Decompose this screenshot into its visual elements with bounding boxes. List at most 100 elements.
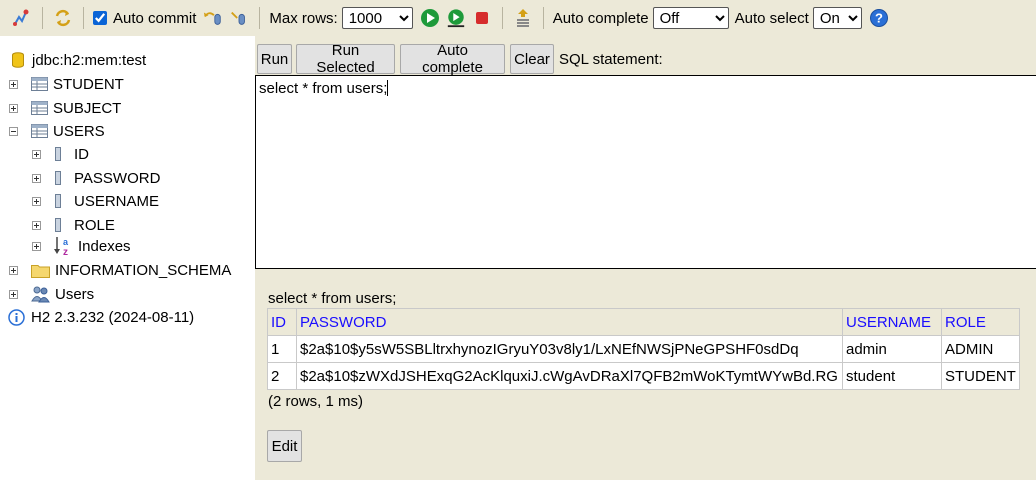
- table-row: 1 $2a$10$y5sW5SBLltrxhynozIGryuY03v8ly1/…: [267, 335, 1020, 363]
- max-rows-select[interactable]: 1000: [341, 7, 413, 29]
- tree-item-information-schema[interactable]: INFORMATION_SCHEMA: [9, 259, 231, 281]
- run-icon[interactable]: [420, 8, 440, 28]
- svg-text:a: a: [63, 237, 69, 247]
- text-cursor: [387, 80, 389, 96]
- tree-item-label: INFORMATION_SCHEMA: [55, 261, 232, 279]
- result-header-row: ID PASSWORD USERNAME ROLE: [267, 308, 1020, 336]
- tree-connection-label: jdbc:h2:mem:test: [32, 51, 147, 69]
- toolbar-separator: [259, 7, 261, 29]
- column-icon: [53, 193, 63, 209]
- table-icon: [30, 76, 48, 92]
- table-icon: [30, 123, 48, 139]
- column-icon: [53, 146, 63, 162]
- tree-item-student[interactable]: STUDENT: [9, 73, 124, 95]
- tree-item-indexes[interactable]: az Indexes: [32, 235, 131, 257]
- tree-column-label: USERNAME: [74, 192, 160, 210]
- cell-id: 1: [267, 335, 297, 363]
- edit-button[interactable]: Edit: [267, 430, 302, 462]
- cell-role: STUDENT: [941, 362, 1020, 390]
- tree-item-subject[interactable]: SUBJECT: [9, 97, 121, 119]
- refresh-icon[interactable]: [53, 8, 73, 28]
- column-header-role[interactable]: ROLE: [941, 308, 1020, 336]
- auto-select-select[interactable]: On: [812, 7, 862, 29]
- cell-username: admin: [842, 335, 942, 363]
- tree-item-label: SUBJECT: [53, 99, 122, 117]
- version-info: H2 2.3.232 (2024-08-11): [7, 306, 194, 328]
- query-panel: Run Run Selected Auto complete Clear SQL…: [255, 36, 1036, 480]
- result-sql: select * from users;: [268, 290, 397, 307]
- disconnect-icon[interactable]: [12, 8, 32, 28]
- cell-id: 2: [267, 362, 297, 390]
- expand-icon[interactable]: [9, 79, 18, 89]
- sql-editor[interactable]: select * from users;: [255, 75, 1036, 269]
- table-row: 2 $2a$10$zWXdJSHExqG2AcKlquxiJ.cWgAvDRaX…: [267, 362, 1020, 390]
- sort-index-icon: az: [53, 236, 75, 256]
- sql-editor-text: select * from users;: [259, 80, 388, 97]
- tree-item-users[interactable]: Users: [9, 283, 94, 305]
- auto-select-label: Auto select: [734, 9, 809, 27]
- expand-icon[interactable]: [9, 265, 18, 275]
- table-icon: [30, 100, 48, 116]
- database-icon: [9, 52, 27, 68]
- stop-icon[interactable]: [472, 8, 492, 28]
- tree-item-label: Users: [55, 285, 95, 303]
- tree-connection[interactable]: jdbc:h2:mem:test: [9, 49, 146, 71]
- sql-statement-label: SQL statement:: [559, 51, 663, 68]
- users-icon: [30, 286, 50, 302]
- rollback-icon[interactable]: [203, 8, 223, 28]
- clear-button[interactable]: Clear: [510, 44, 554, 74]
- help-icon[interactable]: ?: [869, 8, 889, 28]
- svg-text:z: z: [63, 247, 68, 256]
- cell-password: $2a$10$zWXdJSHExqG2AcKlquxiJ.cWgAvDRaXl7…: [296, 362, 843, 390]
- tree-item-users-table[interactable]: USERS: [9, 120, 105, 142]
- max-rows-label: Max rows:: [269, 9, 338, 27]
- run-selected-button[interactable]: Run Selected: [296, 42, 395, 76]
- expand-icon[interactable]: [32, 241, 41, 251]
- result-summary: (2 rows, 1 ms): [268, 393, 364, 410]
- tree-item-label: STUDENT: [53, 75, 124, 93]
- tree-column-label: ID: [74, 145, 89, 163]
- version-label: H2 2.3.232 (2024-08-11): [31, 308, 195, 326]
- toolbar: Auto commit Max rows: 1000 Auto complete…: [0, 0, 1036, 36]
- history-icon[interactable]: [513, 8, 533, 28]
- tree-column-label: ROLE: [74, 216, 115, 234]
- info-icon: [7, 308, 25, 326]
- object-tree: jdbc:h2:mem:test STUDENT SUBJECT USERS I…: [0, 36, 255, 480]
- run-selected-icon[interactable]: [446, 8, 466, 28]
- expand-icon[interactable]: [32, 220, 41, 230]
- expand-icon[interactable]: [32, 173, 41, 183]
- column-header-username[interactable]: USERNAME: [842, 308, 942, 336]
- expand-icon[interactable]: [32, 196, 41, 206]
- expand-icon[interactable]: [32, 149, 41, 159]
- auto-commit-label: Auto commit: [113, 9, 197, 27]
- column-header-id[interactable]: ID: [267, 308, 297, 336]
- tree-column-label: PASSWORD: [74, 169, 161, 187]
- cell-password: $2a$10$y5sW5SBLltrxhynozIGryuY03v8ly1/Lx…: [296, 335, 843, 363]
- auto-complete-button[interactable]: Auto complete: [400, 42, 505, 76]
- commit-icon[interactable]: [229, 8, 249, 28]
- auto-complete-select[interactable]: Off: [652, 7, 729, 29]
- auto-complete-label: Auto complete: [552, 9, 649, 27]
- tree-item-label: Indexes: [78, 237, 131, 255]
- column-header-password[interactable]: PASSWORD: [296, 308, 843, 336]
- run-button[interactable]: Run: [257, 44, 292, 74]
- svg-text:?: ?: [875, 11, 883, 26]
- tree-column-role[interactable]: ROLE: [32, 214, 115, 236]
- folder-icon: [30, 262, 50, 278]
- tree-column-password[interactable]: PASSWORD: [32, 167, 160, 189]
- expand-icon[interactable]: [9, 289, 18, 299]
- column-icon: [53, 217, 63, 233]
- toolbar-separator: [542, 7, 544, 29]
- toolbar-separator: [42, 7, 43, 29]
- cell-role: ADMIN: [941, 335, 1020, 363]
- collapse-icon[interactable]: [9, 126, 18, 136]
- cell-username: student: [842, 362, 942, 390]
- tree-column-username[interactable]: USERNAME: [32, 190, 159, 212]
- toolbar-separator: [501, 7, 503, 29]
- expand-icon[interactable]: [9, 103, 18, 113]
- tree-column-id[interactable]: ID: [32, 143, 89, 165]
- tree-item-label: USERS: [53, 122, 105, 140]
- auto-commit-checkbox[interactable]: [93, 11, 107, 25]
- toolbar-separator: [83, 7, 84, 29]
- result-table: ID PASSWORD USERNAME ROLE 1 $2a$10$y5sW5…: [267, 308, 1020, 390]
